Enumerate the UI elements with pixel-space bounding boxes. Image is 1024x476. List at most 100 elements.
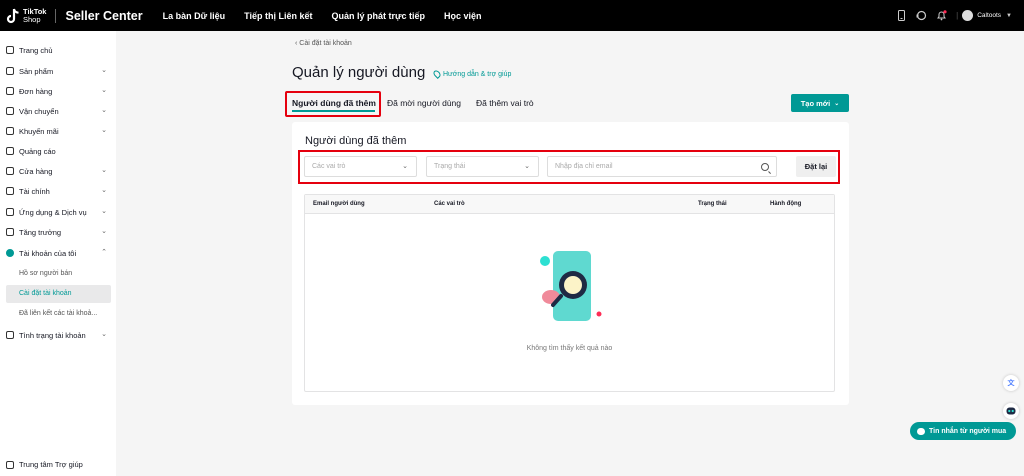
help-icon [6,460,14,469]
bot-icon [1006,407,1016,415]
sidebar-item-label: Cửa hàng [19,166,53,176]
sidebar-item-label: Ứng dụng & Dịch vụ [19,207,87,217]
sidebar-item-home[interactable]: Trang chủ [6,41,110,59]
card-title: Người dùng đã thêm [305,135,407,147]
chevron-down-icon: ⌄ [101,331,107,338]
chevron-down-icon: ⌄ [101,208,107,215]
top-navigation-bar: TikTok Shop Seller Center La bàn Dữ liệu… [0,0,1024,31]
help-guide-label: Hướng dẫn & trợ giúp [443,70,512,78]
sidebar-subitem-seller-profile[interactable]: Hồ sơ người bán [19,270,72,277]
column-header-actions: Hành động [770,201,802,207]
chevron-down-icon: ⌄ [101,228,107,235]
sidebar-subitem-account-settings[interactable]: Cài đặt tài khoản [19,290,72,297]
sidebar-item-label: Trang chủ [19,45,53,55]
sidebar-item-ads[interactable]: Quảng cáo [6,142,110,160]
sidebar-item-label: Khuyến mãi [19,126,59,136]
users-table: Email người dùng Các vai trò Trạng thái … [304,194,835,392]
location-pin-icon [432,69,442,79]
sidebar-item-account-health[interactable]: Tình trạng tài khoản ⌄ [6,326,110,344]
buyer-messages-button[interactable]: Tin nhắn từ người mua [910,422,1016,440]
avatar[interactable] [962,10,974,21]
finance-icon [6,187,14,195]
sidebar-item-label: Đơn hàng [19,86,53,96]
tiktok-logo-icon [6,8,19,23]
create-new-label: Tạo mới [800,98,831,108]
sidebar-item-orders[interactable]: Đơn hàng ⌄ [6,82,110,100]
create-new-button[interactable]: Tạo mới ⌄ [791,94,849,112]
chat-icon [917,427,925,435]
sidebar: Trang chủ Sản phẩm ⌄ Đơn hàng ⌄ Vận chuy… [0,31,116,476]
sidebar-subitem-linked-accounts[interactable]: Đã liên kết các tài khoả... [19,310,97,317]
sidebar-item-label: Tài khoản của tôi [19,248,77,258]
tab-added-roles[interactable]: Đã thêm vai trò [476,98,534,108]
chevron-down-icon: ⌄ [101,127,107,134]
sidebar-item-products[interactable]: Sản phẩm ⌄ [6,62,110,80]
highlight-box-tab [285,91,381,117]
notification-bell-icon[interactable] [936,10,947,21]
home-icon [6,46,14,54]
tab-invited-users[interactable]: Đã mời người dùng [387,98,461,108]
top-nav-item-data-compass[interactable]: La bàn Dữ liệu [163,11,226,21]
column-header-status: Trạng thái [698,201,727,207]
phone-icon[interactable] [896,10,907,21]
truck-icon [6,107,14,115]
growth-icon [6,228,14,236]
support-icon[interactable] [916,10,927,21]
logo-divider [55,8,57,23]
help-center-label: Trung tâm Trợ giúp [19,460,83,469]
page-title: Quản lý người dùng [292,64,426,81]
shield-icon [6,331,14,339]
chevron-up-icon: ⌃ [101,249,107,256]
breadcrumb-label: Cài đặt tài khoản [299,40,352,47]
table-header: Email người dùng Các vai trò Trạng thái … [305,195,834,214]
column-header-email: Email người dùng [313,201,365,207]
help-center-link[interactable]: Trung tâm Trợ giúp [6,460,83,469]
sidebar-item-shipping[interactable]: Vận chuyển ⌄ [6,102,110,120]
sidebar-item-label: Tăng trưởng [19,227,62,237]
sidebar-item-my-account[interactable]: Tài khoản của tôi ⌃ [6,244,110,262]
sidebar-item-label: Tình trạng tài khoản [19,330,86,340]
sidebar-item-apps-services[interactable]: Ứng dụng & Dịch vụ ⌄ [6,203,110,221]
account-name[interactable]: Caltoots [977,12,1001,19]
ads-icon [6,147,14,155]
top-right-actions: | Caltoots ▼ [896,0,1024,31]
sidebar-item-label: Sản phẩm [19,66,54,76]
sidebar-item-growth[interactable]: Tăng trưởng ⌄ [6,223,110,241]
brand-title[interactable]: Seller Center [65,9,142,23]
assistant-button[interactable] [1003,403,1019,419]
empty-state-text: Không tìm thấy kết quả nào [526,345,613,352]
divider: | [956,11,959,20]
megaphone-icon [6,127,14,135]
chevron-down-icon: ⌄ [834,100,840,107]
store-icon [6,167,14,175]
breadcrumb[interactable]: ‹ Cài đặt tài khoản [295,40,352,47]
top-nav-item-affiliate[interactable]: Tiếp thị Liên kết [244,11,312,21]
top-nav-item-academy[interactable]: Học viện [444,11,482,21]
translate-icon: 文 [1007,380,1015,387]
sidebar-item-finance[interactable]: Tài chính ⌄ [6,182,110,200]
chevron-down-icon: ⌄ [101,67,107,74]
top-nav-item-live-stream[interactable]: Quản lý phát trực tiếp [331,11,425,21]
tiktok-shop-logo[interactable]: TikTok Shop [6,7,46,24]
top-nav: La bàn Dữ liệu Tiếp thị Liên kết Quản lý… [163,11,501,21]
sidebar-item-label: Vận chuyển [19,106,59,116]
chevron-down-icon: ⌄ [101,167,107,174]
sidebar-item-store[interactable]: Cửa hàng ⌄ [6,162,110,180]
highlight-box-filters [298,150,840,184]
sidebar-item-label: Quảng cáo [19,146,56,156]
apps-icon [6,208,14,216]
product-icon [6,67,14,75]
translate-button[interactable]: 文 [1003,375,1019,391]
chevron-down-icon: ⌄ [101,87,107,94]
chevron-down-icon: ⌄ [101,107,107,114]
sidebar-item-promotions[interactable]: Khuyến mãi ⌄ [6,122,110,140]
buyer-messages-label: Tin nhắn từ người mua [929,427,1007,435]
logo-line-2: Shop [23,14,41,24]
chevron-down-icon: ⌄ [101,187,107,194]
sidebar-item-label: Tài chính [19,186,50,196]
order-icon [6,87,14,95]
empty-state-illustration [540,251,602,321]
user-icon [6,249,14,257]
chevron-down-icon[interactable]: ▼ [1006,13,1012,19]
help-guide-link[interactable]: Hướng dẫn & trợ giúp [432,69,512,79]
